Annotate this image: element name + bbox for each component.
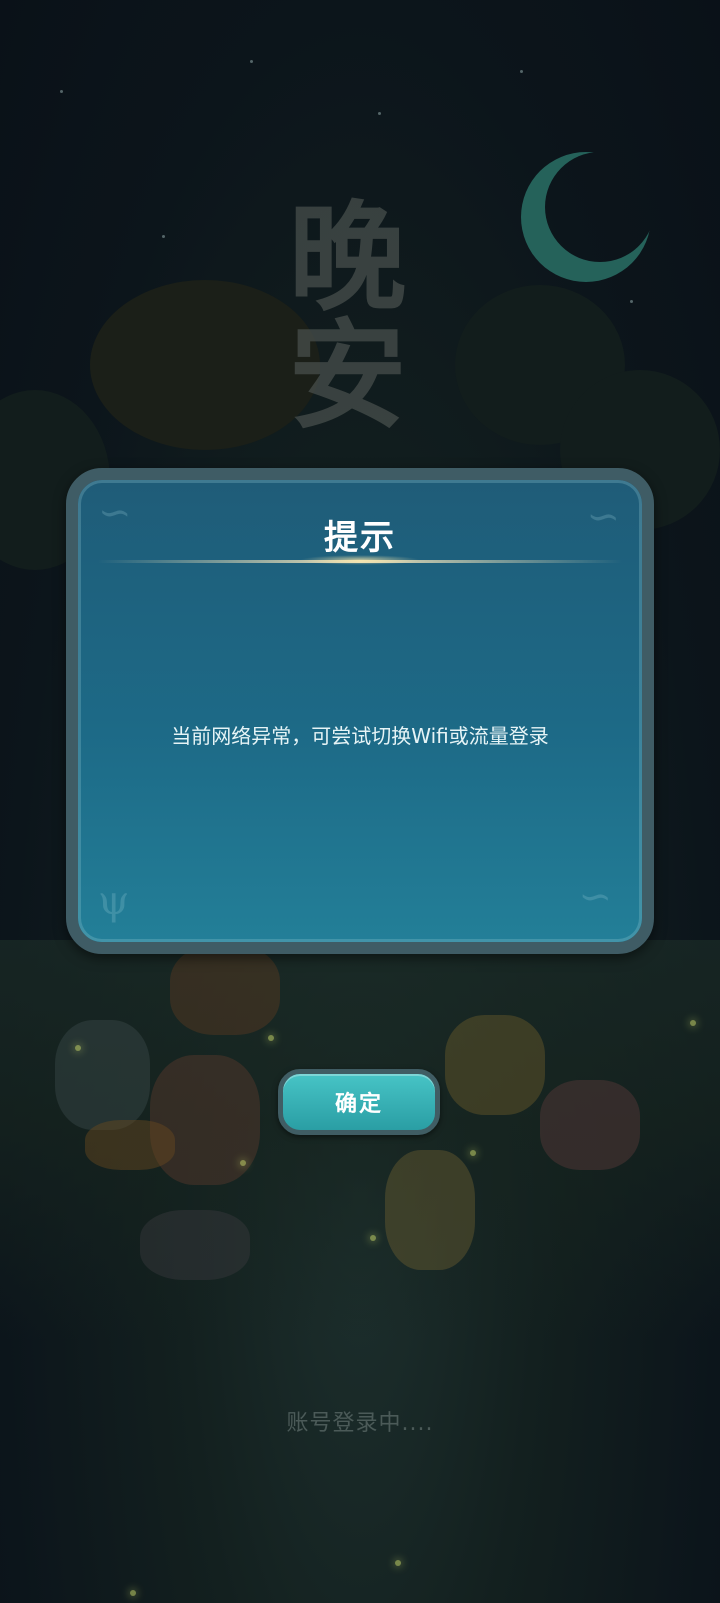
firefly [130,1590,136,1596]
character-silhouette [170,945,280,1035]
alert-dialog: ∽ ∽ ψ ∽ 提示 当前网络异常，可尝试切换Wifi或流量登录 [66,468,654,954]
confirm-button[interactable]: 确定 [278,1069,440,1135]
star [250,60,253,63]
star [60,90,63,93]
character-silhouette [445,1015,545,1115]
game-login-screen: 晚安 ∽ ∽ ψ ∽ 提示 当前网络异常，可尝试切换Wifi或流量登录 确定 账… [0,0,720,1603]
firefly [268,1035,274,1041]
firefly [690,1020,696,1026]
star [162,235,165,238]
dialog-message: 当前网络异常，可尝试切换Wifi或流量登录 [171,724,549,748]
login-status-text: 账号登录中.... [286,1411,434,1436]
moon-icon [545,152,655,262]
background-title: 晚安 [268,195,407,431]
title-divider [98,555,622,565]
character-silhouette [540,1080,640,1170]
character-silhouette [55,1020,150,1130]
swirl-decoration-icon: ψ [98,878,130,924]
firefly [370,1235,376,1241]
swirl-decoration-icon: ∽ [578,874,612,920]
grill-silhouette [85,1120,175,1170]
star [520,70,523,73]
firefly [75,1045,81,1051]
star [630,300,633,303]
firefly [240,1160,246,1166]
table-silhouette [140,1210,250,1280]
dialog-title: 提示 [324,518,396,558]
character-silhouette [385,1150,475,1270]
firefly [395,1560,401,1566]
firefly [470,1150,476,1156]
star [378,112,381,115]
